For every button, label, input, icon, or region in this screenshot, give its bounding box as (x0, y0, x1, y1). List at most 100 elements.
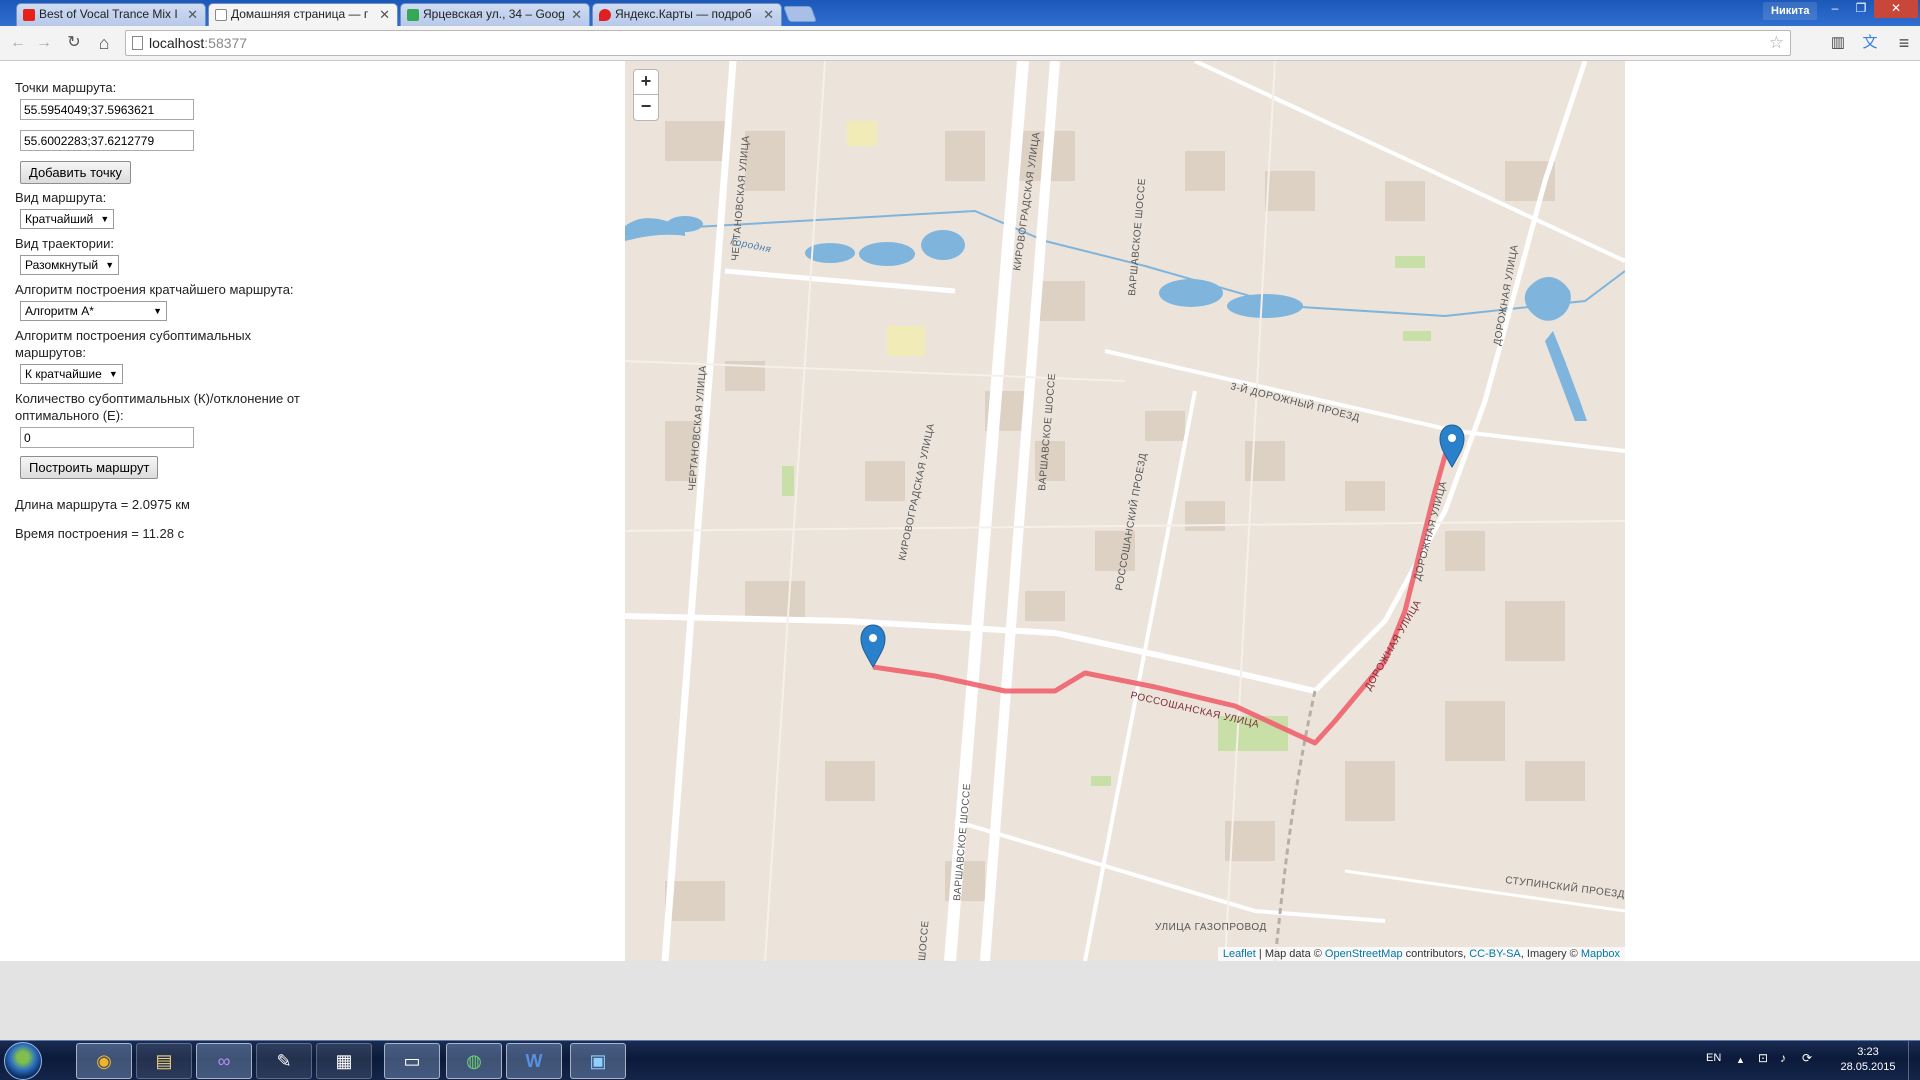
home-button[interactable]: ⌂ (94, 33, 114, 53)
tab-title: Ярцевская ул., 34 – Goog (423, 7, 565, 21)
tab-title: Яндекс.Карты — подроб (615, 7, 752, 21)
map-attribution: Leaflet | Map data © OpenStreetMap contr… (1217, 947, 1625, 961)
add-point-button[interactable]: Добавить точку (20, 161, 131, 184)
yandex-maps-icon (599, 9, 611, 21)
point-1-input[interactable] (20, 99, 194, 120)
dropdown-arrow-icon: ▼ (105, 260, 115, 270)
address-bar[interactable]: localhost:58377 ☆ (125, 30, 1791, 56)
taskbar-globe-icon[interactable]: ◍ (446, 1043, 502, 1079)
youtube-icon (23, 9, 35, 21)
url-text: localhost:58377 (149, 35, 247, 51)
tab-close-icon[interactable]: ✕ (763, 4, 774, 25)
tab-close-icon[interactable]: ✕ (571, 4, 582, 25)
taskbar-explorer-icon[interactable]: ▤ (136, 1043, 192, 1079)
minimize-button[interactable]: – (1822, 0, 1848, 18)
subopt-algo-select[interactable]: К кратчайшие ▼ (20, 364, 123, 384)
taskbar-remote-desktop-icon[interactable]: ▣ (570, 1043, 626, 1079)
osm-link[interactable]: OpenStreetMap (1325, 948, 1403, 960)
map-label: 3-Й ДОРОЖНЫЙ ПРОЕЗД (1229, 379, 1361, 424)
extension-chart-icon[interactable]: ▥ (1828, 33, 1848, 53)
route-line (872, 430, 1455, 746)
map-view[interactable]: ЧЕРТАНОВСКАЯ УЛИЦА КИРОВОГРАДСКАЯ УЛИЦА … (625, 61, 1625, 961)
taskbar-calculator-icon[interactable]: ▦ (316, 1043, 372, 1079)
roads (625, 61, 1625, 961)
zoom-out-button[interactable]: − (633, 95, 659, 121)
language-indicator[interactable]: EN (1706, 1052, 1721, 1064)
bookmark-star-icon[interactable]: ☆ (1769, 33, 1784, 53)
show-desktop-button[interactable] (1908, 1041, 1920, 1080)
url-host: localhost (149, 35, 205, 51)
taskbar-tools-icon[interactable]: ✎ (256, 1043, 312, 1079)
map-label: ВАРШАВСКОЕ ШОССЕ (1127, 178, 1148, 297)
license-link[interactable]: CC-BY-SA (1469, 948, 1521, 960)
dropdown-arrow-icon: ▼ (108, 369, 118, 379)
shortest-algo-value: Алгоритм A* (25, 304, 94, 318)
sync-icon[interactable]: ⟳ (1802, 1051, 1812, 1065)
shortest-algo-label: Алгоритм построения кратчайшего маршрута… (15, 282, 294, 297)
profile-button[interactable]: Никита (1763, 2, 1818, 20)
page-icon (215, 9, 227, 21)
tab-title: Домашняя страница — г (231, 7, 369, 21)
menu-icon[interactable]: ≡ (1894, 33, 1914, 53)
dropdown-arrow-icon: ▼ (100, 214, 110, 224)
tab-home-page[interactable]: Домашняя страница — г ✕ (208, 3, 398, 26)
tab-close-icon[interactable]: ✕ (379, 4, 390, 25)
build-time: Время построения = 11.28 с (15, 526, 185, 541)
clock[interactable]: 3:23 28.05.2015 (1838, 1045, 1898, 1075)
route-form: Точки маршрута: Добавить точку Вид маршр… (15, 79, 335, 541)
river-line (625, 209, 1625, 318)
clock-date: 28.05.2015 (1840, 1061, 1896, 1073)
map-label: ДОРОЖНАЯ УЛИЦА (1363, 598, 1424, 692)
points-label: Точки маршрута: (15, 80, 117, 95)
shortest-algo-select[interactable]: Алгоритм A* ▼ (20, 301, 167, 321)
trajectory-select[interactable]: Разомкнутый ▼ (20, 255, 120, 275)
clock-time: 3:23 (1857, 1046, 1879, 1058)
restore-button[interactable]: ❐ (1848, 0, 1874, 18)
attribution-text: , Imagery © (1520, 948, 1581, 960)
leaflet-link[interactable]: Leaflet (1223, 948, 1256, 960)
start-marker-icon[interactable] (860, 624, 886, 669)
tab-yandex-maps[interactable]: Яндекс.Карты — подроб ✕ (592, 3, 782, 26)
action-center-icon[interactable]: ⊡ (1758, 1051, 1768, 1065)
point-2-input[interactable] (20, 130, 194, 151)
tab-youtube[interactable]: Best of Vocal Trance Mix I ✕ (16, 3, 206, 26)
start-button[interactable] (4, 1042, 42, 1080)
back-button[interactable]: ← (8, 33, 28, 53)
subopt-algo-value: К кратчайшие (25, 367, 102, 381)
route-length: Длина маршрута = 2.0975 км (15, 497, 190, 512)
taskbar-visual-studio-icon[interactable]: ∞ (196, 1043, 252, 1079)
url-port: :58377 (204, 35, 248, 51)
route-type-value: Кратчайший (25, 212, 94, 226)
google-maps-icon (407, 9, 419, 21)
route-type-label: Вид маршрута: (15, 190, 107, 205)
show-hidden-icons[interactable]: ▲ (1736, 1055, 1745, 1065)
tab-title: Best of Vocal Trance Mix I (39, 7, 178, 21)
parks (782, 121, 1431, 786)
route-type-select[interactable]: Кратчайший ▼ (20, 209, 115, 229)
trajectory-label: Вид траектории: (15, 236, 115, 251)
page-content: Точки маршрута: Добавить точку Вид маршр… (0, 61, 1920, 961)
new-tab-button[interactable] (783, 6, 817, 22)
taskbar-chrome-icon[interactable]: ◉ (76, 1043, 132, 1079)
building-blocks (665, 121, 1585, 921)
zoom-in-button[interactable]: + (633, 69, 659, 95)
dropdown-arrow-icon: ▼ (153, 306, 162, 316)
volume-icon[interactable]: ♪ (1780, 1051, 1786, 1065)
taskbar-word-icon[interactable]: W (506, 1043, 562, 1079)
forward-button[interactable]: → (34, 33, 54, 53)
tab-close-icon[interactable]: ✕ (187, 4, 198, 25)
translate-icon[interactable]: 文 (1860, 33, 1880, 53)
reload-button[interactable]: ↻ (64, 33, 84, 53)
close-window-button[interactable]: ✕ (1874, 0, 1918, 18)
map-label: ДОРОЖНАЯ УЛИЦА (1412, 480, 1449, 582)
count-input[interactable] (20, 427, 194, 448)
taskbar: ◉ ▤ ∞ ✎ ▦ ▭ ◍ W ▣ EN ▲ ⊡ ♪ ⟳ 3:23 28.05.… (0, 1040, 1920, 1080)
taskbar-cmd-icon[interactable]: ▭ (384, 1043, 440, 1079)
mapbox-link[interactable]: Mapbox (1581, 948, 1620, 960)
tab-google-maps[interactable]: Ярцевская ул., 34 – Goog ✕ (400, 3, 590, 26)
count-label: Количество субоптимальных (К)/отклонение… (15, 391, 300, 423)
map-label: УЛИЦА ГАЗОПРОВОД (1155, 922, 1267, 933)
build-route-button[interactable]: Построить маршрут (20, 456, 159, 479)
page-icon (132, 36, 143, 50)
browser-toolbar: ← → ↻ ⌂ localhost:58377 ☆ ▥ 文 ≡ (0, 26, 1920, 61)
